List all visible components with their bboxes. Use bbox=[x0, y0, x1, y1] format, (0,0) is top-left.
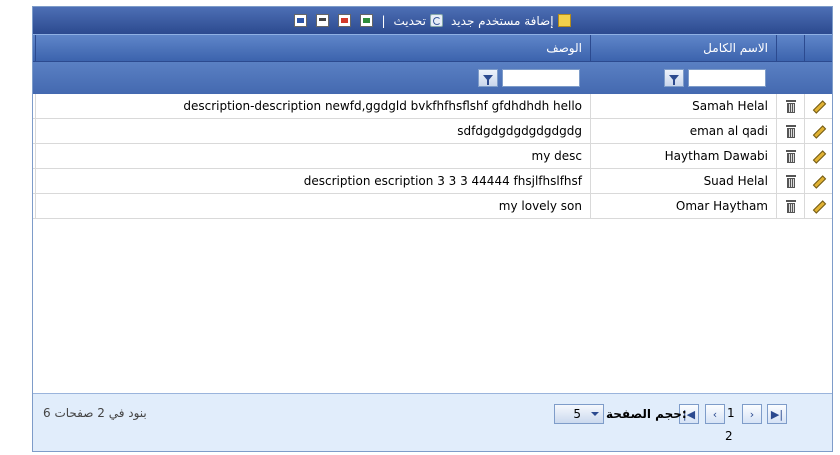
cell-desc: sdfdgdgdgdgdgdgdg bbox=[35, 119, 590, 143]
column-header-row: الاسم الكامل الوصف bbox=[33, 34, 832, 61]
export-buttons bbox=[294, 14, 374, 27]
chevron-down-icon bbox=[591, 412, 599, 416]
next-page-button[interactable]: ‹ bbox=[705, 404, 725, 424]
command-bar: إضافة مستخدم جديد تحديث | bbox=[33, 7, 832, 34]
edit-pencil-icon[interactable] bbox=[813, 151, 824, 162]
page-number-2[interactable]: 2 bbox=[725, 429, 733, 443]
table-row: eman al qadi sdfdgdgdgdgdgdgdg bbox=[33, 119, 832, 144]
prev-page-button[interactable]: › bbox=[742, 404, 762, 424]
grid-body: Samah Helal description-description newf… bbox=[33, 94, 832, 395]
export-csv-icon[interactable] bbox=[316, 14, 330, 27]
filter-desc-cell bbox=[35, 62, 590, 94]
toolbar-separator: | bbox=[381, 13, 386, 28]
delete-trash-icon[interactable] bbox=[785, 200, 796, 213]
filter-name-cell bbox=[590, 62, 776, 94]
header-edit-col bbox=[804, 35, 832, 61]
chevron-left-icon: ‹ bbox=[712, 407, 718, 421]
cell-desc: description escription 3 3 3 44444 fhsjl… bbox=[35, 169, 590, 193]
edit-pencil-icon[interactable] bbox=[813, 176, 824, 187]
table-row: Omar Haytham my lovely son bbox=[33, 194, 832, 219]
delete-trash-icon[interactable] bbox=[785, 125, 796, 138]
refresh-icon bbox=[430, 14, 443, 27]
new-document-icon bbox=[557, 14, 571, 27]
table-row: Samah Helal description-description newf… bbox=[33, 94, 832, 119]
filter-name-input[interactable] bbox=[688, 69, 766, 87]
edit-pencil-icon[interactable] bbox=[813, 126, 824, 137]
filter-icon bbox=[669, 75, 679, 85]
edit-pencil-icon[interactable] bbox=[813, 201, 824, 212]
cell-desc: my lovely son bbox=[35, 194, 590, 218]
delete-trash-icon[interactable] bbox=[785, 150, 796, 163]
cell-name: Samah Helal bbox=[590, 94, 776, 118]
cell-desc: description-description newfd,ggdgld bvk… bbox=[35, 94, 590, 118]
export-excel-icon[interactable] bbox=[360, 14, 374, 27]
filter-row bbox=[33, 61, 832, 94]
pager-info: 6 بنود في 2 صفحات bbox=[43, 406, 147, 420]
table-row: Suad Helal description escription 3 3 3 … bbox=[33, 169, 832, 194]
cell-name: Omar Haytham bbox=[590, 194, 776, 218]
delete-trash-icon[interactable] bbox=[785, 100, 796, 113]
filter-name-button[interactable] bbox=[664, 69, 684, 87]
refresh-label: تحديث bbox=[393, 13, 426, 28]
cell-name: Suad Helal bbox=[590, 169, 776, 193]
page-size-select[interactable]: 5 bbox=[554, 404, 604, 424]
add-user-button[interactable]: إضافة مستخدم جديد bbox=[451, 14, 571, 28]
edit-pencil-icon[interactable] bbox=[813, 101, 824, 112]
pager-bar: ▶| › 1 2 ‹ |◀ حجم الصفحة: 5 6 بنود في 2 … bbox=[33, 393, 832, 451]
table-row: Haytham Dawabi my desc bbox=[33, 144, 832, 169]
cell-name: Haytham Dawabi bbox=[590, 144, 776, 168]
add-user-label: إضافة مستخدم جديد bbox=[451, 13, 554, 28]
filter-desc-input[interactable] bbox=[502, 69, 580, 87]
cell-name: eman al qadi bbox=[590, 119, 776, 143]
cell-desc: my desc bbox=[35, 144, 590, 168]
header-full-name[interactable]: الاسم الكامل bbox=[590, 35, 776, 61]
chevron-right-icon: › bbox=[749, 407, 755, 421]
page-size-value: 5 bbox=[573, 407, 581, 421]
page-size-label: حجم الصفحة: bbox=[606, 407, 687, 421]
first-page-button[interactable]: ▶| bbox=[767, 404, 787, 424]
users-grid: إضافة مستخدم جديد تحديث | الاسم الكامل ا… bbox=[32, 6, 833, 452]
filter-icon bbox=[483, 75, 493, 85]
export-pdf-icon[interactable] bbox=[338, 14, 352, 27]
header-delete-col bbox=[776, 35, 804, 61]
filter-desc-button[interactable] bbox=[478, 69, 498, 87]
refresh-button[interactable]: تحديث bbox=[393, 14, 443, 28]
header-description[interactable]: الوصف bbox=[35, 35, 590, 61]
first-page-icon: ▶| bbox=[770, 407, 784, 421]
page-number-1[interactable]: 1 bbox=[727, 406, 735, 420]
export-word-icon[interactable] bbox=[294, 14, 308, 27]
delete-trash-icon[interactable] bbox=[785, 175, 796, 188]
